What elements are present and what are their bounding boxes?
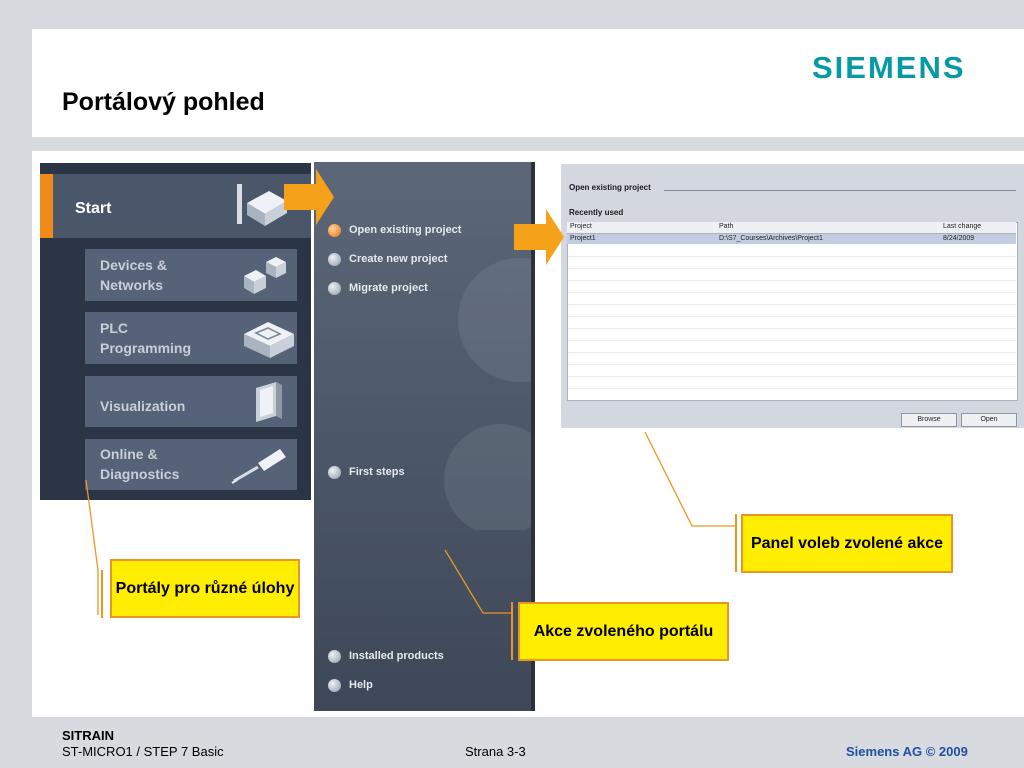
grid-line bbox=[568, 364, 1016, 365]
footer-org: SITRAIN bbox=[62, 728, 114, 743]
action-label: Open existing project bbox=[349, 224, 462, 236]
page-title: Portálový pohled bbox=[62, 88, 265, 116]
row-project: Project1 bbox=[570, 235, 596, 242]
grid-line bbox=[568, 256, 1016, 257]
start-selected-indicator bbox=[40, 174, 53, 238]
siemens-logo: SIEMENS bbox=[812, 50, 966, 85]
recent-projects-table[interactable] bbox=[567, 222, 1018, 401]
table-row[interactable]: Project1 D:\S7_Courses\Archives\Project1… bbox=[567, 234, 1016, 244]
grid-line bbox=[568, 268, 1016, 269]
action-label: Help bbox=[349, 679, 373, 691]
callout-portals: Portály pro různé úlohy bbox=[110, 559, 300, 618]
radio-icon bbox=[328, 252, 341, 266]
grid-line bbox=[568, 340, 1016, 341]
footer-course: ST-MICRO1 / STEP 7 Basic bbox=[62, 744, 224, 759]
column-header-path[interactable]: Path bbox=[719, 223, 733, 230]
portal-plc-programming-label: PLC Programming bbox=[100, 320, 192, 356]
devices-networks-icon bbox=[244, 257, 286, 294]
row-path: D:\S7_Courses\Archives\Project1 bbox=[719, 235, 823, 242]
slide-footer: SITRAIN ST-MICRO1 / STEP 7 Basic Strana … bbox=[32, 717, 1024, 768]
plc-programming-icon bbox=[244, 322, 294, 358]
action-label: Migrate project bbox=[349, 282, 428, 294]
grid-line bbox=[568, 352, 1016, 353]
column-header-last-change[interactable]: Last change bbox=[943, 223, 981, 230]
footer-page: Strana 3-3 bbox=[465, 744, 526, 759]
portal-visualization-label: Visualization bbox=[100, 398, 186, 414]
start-portal-icon bbox=[237, 184, 287, 226]
grid-line bbox=[568, 304, 1016, 305]
grid-line bbox=[568, 328, 1016, 329]
arrow-right-icon bbox=[284, 169, 334, 225]
action-migrate-project[interactable]: Migrate project bbox=[328, 280, 428, 296]
footer-copyright: Siemens AG © 2009 bbox=[846, 744, 968, 759]
portal-devices-networks-label: Devices & Networks bbox=[100, 257, 167, 293]
recently-used-label: Recently used bbox=[569, 208, 624, 217]
radio-icon bbox=[328, 281, 341, 295]
grid-line bbox=[568, 376, 1016, 377]
radio-icon bbox=[328, 678, 341, 692]
table-header: Project Path Last change bbox=[567, 222, 1016, 234]
portal-start-label: Start bbox=[75, 200, 112, 217]
column-header-project[interactable]: Project bbox=[570, 223, 592, 230]
grid-line bbox=[568, 280, 1016, 281]
grid-line bbox=[568, 316, 1016, 317]
options-heading: Open existing project bbox=[569, 183, 651, 192]
action-help[interactable]: Help bbox=[328, 677, 373, 693]
visualization-icon bbox=[256, 382, 282, 422]
open-button[interactable]: Open bbox=[961, 413, 1017, 427]
row-last-change: 8/24/2009 bbox=[943, 235, 975, 242]
callout-actions: Akce zvoleného portálu bbox=[518, 602, 729, 661]
heading-divider bbox=[664, 190, 1016, 191]
grid-line bbox=[568, 292, 1016, 293]
browse-button[interactable]: Browse bbox=[901, 413, 957, 427]
callout-panel: Panel voleb zvolené akce bbox=[741, 514, 953, 573]
arrow-right-icon bbox=[514, 209, 564, 265]
action-open-existing-project[interactable]: Open existing project bbox=[328, 222, 461, 238]
grid-line bbox=[568, 388, 1016, 389]
action-create-new-project[interactable]: Create new project bbox=[328, 251, 447, 267]
action-label: Create new project bbox=[349, 253, 448, 265]
